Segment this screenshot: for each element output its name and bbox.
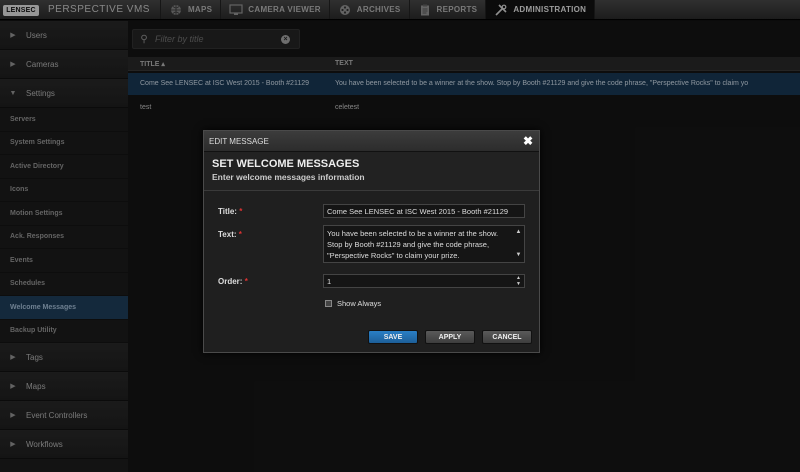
- cancel-button[interactable]: CANCEL: [482, 330, 532, 344]
- dialog-title-bar: EDIT MESSAGE ✖: [204, 131, 539, 152]
- apply-button[interactable]: APPLY: [425, 330, 475, 344]
- dialog-header: SET WELCOME MESSAGES Enter welcome messa…: [204, 152, 539, 191]
- close-icon[interactable]: ✖: [523, 134, 533, 148]
- text-field-label: Text: *: [218, 230, 242, 239]
- show-always-checkbox[interactable]: [325, 300, 332, 307]
- text-field[interactable]: You have been selected to be a winner at…: [323, 225, 525, 263]
- text-field-scrollbar[interactable]: ▲ ▼: [514, 227, 523, 261]
- title-field-label: Title: *: [218, 207, 243, 216]
- order-value: 1: [327, 277, 332, 286]
- save-button[interactable]: SAVE: [368, 330, 418, 344]
- text-field-value: You have been selected to be a winner at…: [327, 229, 499, 260]
- title-field[interactable]: Come See LENSEC at ISC West 2015 - Booth…: [323, 204, 525, 218]
- dialog-subheading: Enter welcome messages information: [212, 172, 365, 182]
- order-spinner[interactable]: ▲ ▼: [514, 275, 523, 287]
- scroll-down-icon[interactable]: ▼: [516, 250, 522, 261]
- decrement-icon[interactable]: ▼: [516, 281, 521, 287]
- order-stepper[interactable]: 1 ▲ ▼: [323, 274, 525, 288]
- dialog-heading: SET WELCOME MESSAGES: [212, 158, 360, 170]
- dialog-title: EDIT MESSAGE: [209, 137, 269, 146]
- required-marker: *: [238, 230, 242, 239]
- scroll-up-icon[interactable]: ▲: [516, 227, 522, 238]
- edit-message-dialog: EDIT MESSAGE ✖ SET WELCOME MESSAGES Ente…: [203, 130, 540, 353]
- order-field-label: Order: *: [218, 277, 248, 286]
- show-always-label: Show Always: [337, 299, 382, 308]
- required-marker: *: [244, 277, 248, 286]
- required-marker: *: [239, 207, 243, 216]
